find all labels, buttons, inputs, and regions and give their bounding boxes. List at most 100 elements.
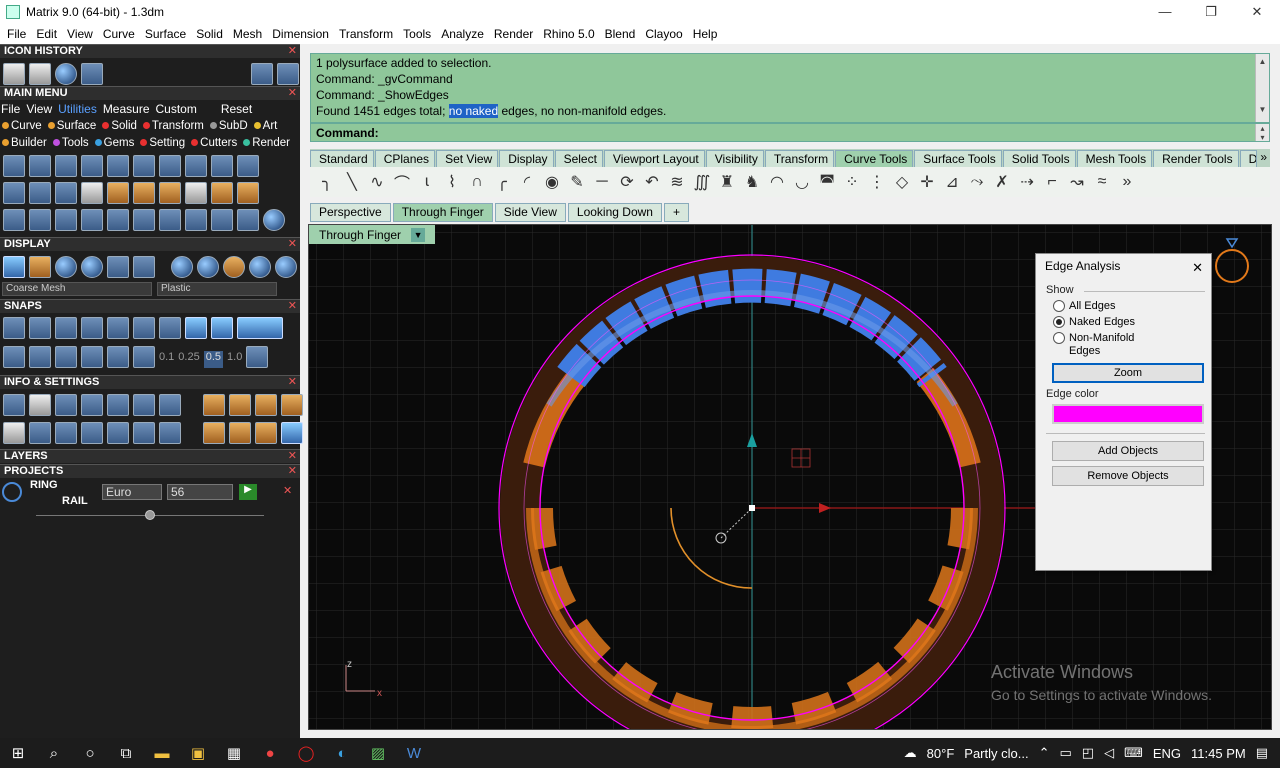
adjust-seam-icon[interactable]: ɩ <box>416 171 438 193</box>
spark-icon[interactable] <box>159 209 181 231</box>
box3d-icon[interactable] <box>55 422 77 444</box>
more-tools-icon[interactable]: » <box>1116 171 1138 193</box>
menu-clayoo[interactable]: Clayoo <box>640 27 687 41</box>
tab-through-finger[interactable]: Through Finger <box>392 203 493 222</box>
gold-sphere-icon[interactable] <box>223 256 245 278</box>
blend-curve-icon[interactable]: ∿ <box>366 171 388 193</box>
match-curve-icon[interactable]: ⌒ <box>391 171 413 193</box>
snap-perp-icon[interactable] <box>107 317 129 339</box>
volume-icon[interactable]: ◁ <box>1104 745 1114 761</box>
extend-curve-icon[interactable]: ∩ <box>466 171 488 193</box>
tab-display[interactable]: Display <box>499 150 554 167</box>
tab-surface-tools[interactable]: Surface Tools <box>914 150 1002 167</box>
fit-icon[interactable]: ◠ <box>766 171 788 193</box>
ribbon-icon[interactable]: ≋ <box>666 171 688 193</box>
target-icon[interactable] <box>237 155 259 177</box>
figure-a-icon[interactable]: ♜ <box>716 171 738 193</box>
circle-icon[interactable] <box>263 209 285 231</box>
opera-icon[interactable]: ◯ <box>288 738 324 768</box>
hatch-icon[interactable] <box>81 346 103 368</box>
helix-icon[interactable]: ∭ <box>691 171 713 193</box>
language[interactable]: ENG <box>1153 746 1181 761</box>
chevron-down-icon[interactable]: ▼ <box>411 227 426 242</box>
grid-snap-icon[interactable] <box>3 346 25 368</box>
edit-curve-icon[interactable]: ✎ <box>566 171 588 193</box>
close-button[interactable]: ✕ <box>1234 0 1280 23</box>
edit-icon[interactable] <box>133 394 155 416</box>
tools-icon[interactable] <box>203 394 225 416</box>
screen-icon[interactable] <box>29 422 51 444</box>
battery-icon[interactable]: ▭ <box>1059 745 1071 761</box>
curve-arc-icon[interactable]: ◜ <box>516 171 538 193</box>
filter-icon[interactable] <box>107 422 129 444</box>
main-tab-utilities[interactable]: Utilities <box>58 102 97 116</box>
fillet-curve-icon[interactable]: ╮ <box>316 171 338 193</box>
cat-setting[interactable]: Setting <box>140 137 185 149</box>
form-icon[interactable] <box>159 422 181 444</box>
xray-icon[interactable] <box>107 256 129 278</box>
file-explorer-icon[interactable]: ▬ <box>144 738 180 768</box>
close-icon[interactable]: ✕ <box>283 484 292 497</box>
menu-mesh[interactable]: Mesh <box>228 27 267 41</box>
delete-point-icon[interactable]: ✗ <box>991 171 1013 193</box>
move-point-icon[interactable]: ⇢ <box>1016 171 1038 193</box>
all-edges-radio[interactable]: All Edges <box>1053 300 1115 312</box>
menu-render[interactable]: Render <box>489 27 538 41</box>
word-icon[interactable]: W <box>396 738 432 768</box>
scatter-icon[interactable] <box>133 422 155 444</box>
edge-color-swatch[interactable] <box>1052 404 1204 424</box>
glossy-sphere-icon[interactable] <box>81 256 103 278</box>
cat-cutters[interactable]: Cutters <box>191 137 237 149</box>
snap-cen-icon[interactable] <box>133 317 155 339</box>
menu-blend[interactable]: Blend <box>600 27 641 41</box>
knot-icon[interactable]: ⋮ <box>866 171 888 193</box>
windows-icon[interactable] <box>3 422 25 444</box>
line-snap-icon[interactable] <box>55 346 77 368</box>
close-icon[interactable]: ✕ <box>288 87 297 100</box>
snap-int-icon[interactable] <box>159 317 181 339</box>
cat-art[interactable]: Art <box>253 120 277 132</box>
grid-lines-icon[interactable] <box>246 346 269 368</box>
check-icon[interactable] <box>55 155 77 177</box>
wireframe-icon[interactable] <box>3 256 25 278</box>
close-icon[interactable]: ✕ <box>288 45 297 58</box>
globe-icon[interactable] <box>55 63 77 85</box>
add-viewport-icon[interactable]: + <box>663 203 689 222</box>
cat-curve[interactable]: Curve <box>2 120 42 132</box>
close-icon[interactable]: ✕ <box>288 376 297 389</box>
tab-viewport-layout[interactable]: Viewport Layout <box>603 150 705 167</box>
cat-surface[interactable]: Surface <box>47 120 96 132</box>
shaded-icon[interactable] <box>29 256 51 278</box>
cat-solid[interactable]: Solid <box>102 120 137 132</box>
tab-curve-tools[interactable]: Curve Tools <box>835 150 914 167</box>
waffle-icon[interactable] <box>237 182 259 204</box>
snap-near-icon[interactable] <box>29 317 51 339</box>
snap-step-4[interactable]: 1.0 <box>227 351 242 368</box>
command-scrollbar[interactable]: ▴ ▾ <box>1255 124 1269 142</box>
history-scrollbar[interactable]: ▲ ▼ <box>1255 54 1269 122</box>
render-sphere-icon[interactable] <box>55 256 77 278</box>
ortho-icon[interactable] <box>237 317 283 339</box>
weather-icon[interactable]: ☁ <box>904 745 917 761</box>
link-icon[interactable] <box>185 209 207 231</box>
chevron-up-icon[interactable]: ⌃ <box>1039 745 1050 761</box>
gem-b-icon[interactable] <box>229 422 251 444</box>
contrast-icon[interactable] <box>81 182 103 204</box>
box-icon[interactable] <box>211 182 233 204</box>
cortana-icon[interactable]: ○ <box>72 738 108 768</box>
add-objects-button[interactable]: Add Objects <box>1052 441 1204 461</box>
tab-looking-down[interactable]: Looking Down <box>567 203 662 222</box>
calculator-icon[interactable]: ▦ <box>216 738 252 768</box>
points-icon[interactable]: ⁘ <box>841 171 863 193</box>
temperature[interactable]: 80°F <box>927 746 955 761</box>
matrix-app-icon[interactable]: ▨ <box>360 738 396 768</box>
wave-icon[interactable]: ≈ <box>1091 171 1113 193</box>
hook-icon[interactable]: ⌐ <box>1041 171 1063 193</box>
crop-icon[interactable] <box>29 182 51 204</box>
snap-end-icon[interactable] <box>3 317 25 339</box>
menu-help[interactable]: Help <box>688 27 723 41</box>
crane-icon[interactable]: ⊿ <box>941 171 963 193</box>
main-tab-measure[interactable]: Measure <box>103 102 150 116</box>
material-sphere-4-icon[interactable] <box>275 256 297 278</box>
main-tab-custom[interactable]: Custom <box>156 102 197 116</box>
